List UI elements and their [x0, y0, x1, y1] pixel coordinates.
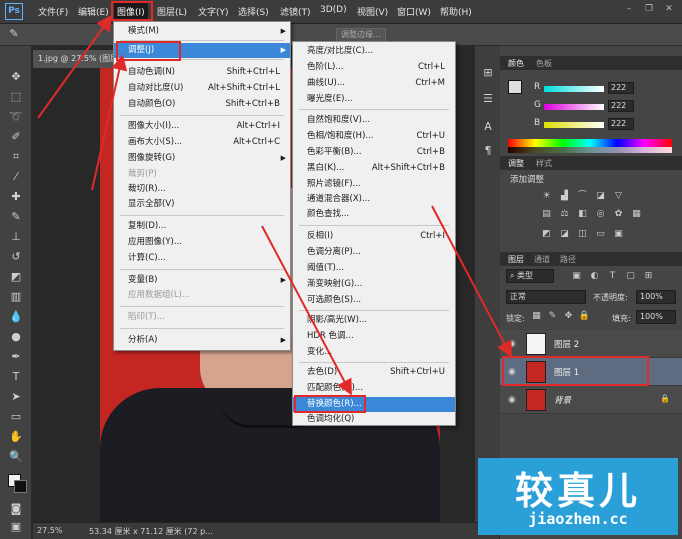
arrow-to-layer1: [431, 205, 512, 358]
arrow-to-replace-color: [261, 225, 352, 396]
arrow-to-adjustments: [91, 54, 128, 191]
watermark-url: jiaozhen.cc: [528, 510, 628, 528]
watermark-chinese: 较真儿: [514, 469, 641, 513]
site-watermark: 较真儿 jiaozhen.cc: [478, 458, 678, 535]
arrow-to-image-menu: [37, 14, 113, 119]
